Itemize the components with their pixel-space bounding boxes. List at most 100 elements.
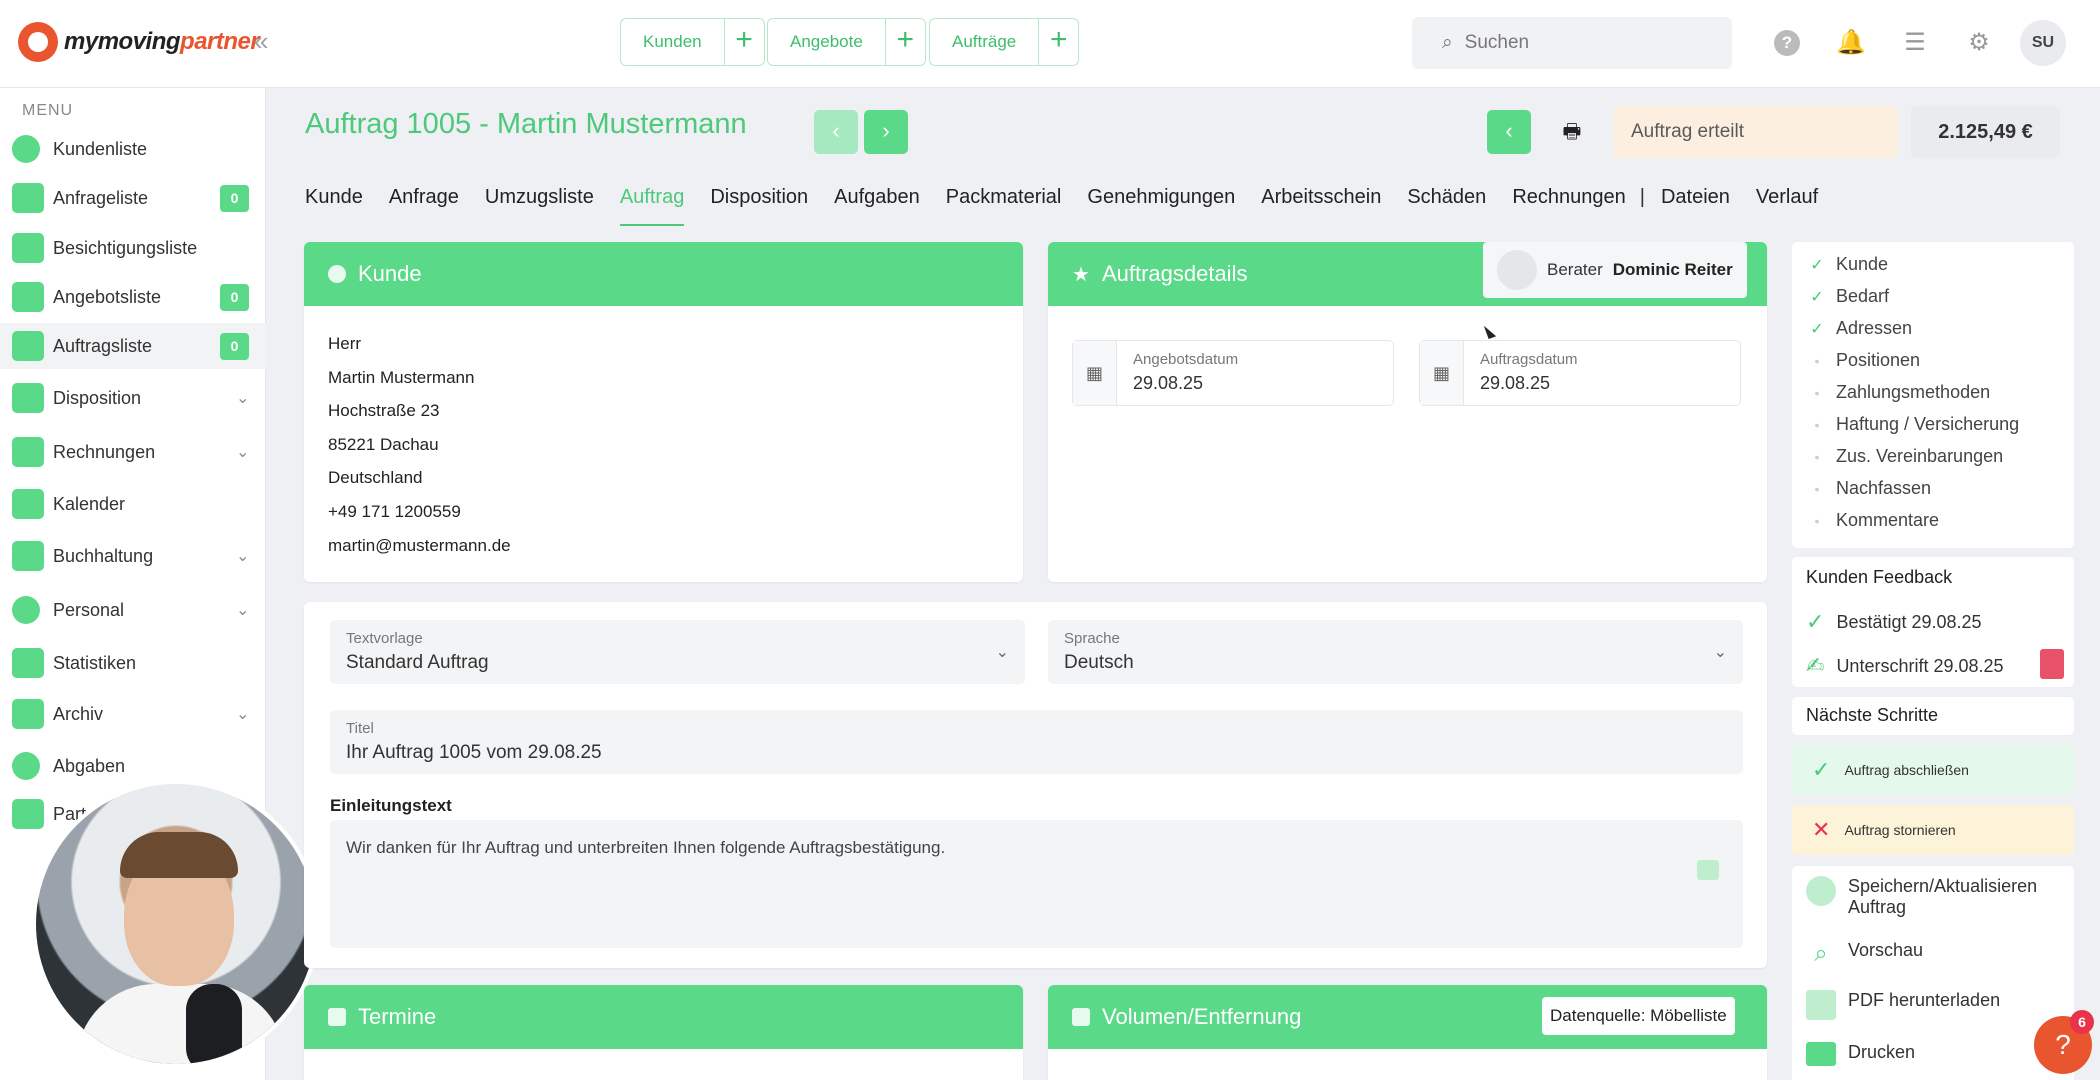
save-update-button[interactable]: Speichern/Aktualisieren Auftrag — [1806, 876, 2048, 918]
checklist-item-bedarf[interactable]: ✓ Bedarf — [1810, 286, 1889, 307]
customer-name: Martin Mustermann — [328, 368, 475, 387]
data-source-button[interactable]: Datenquelle: Möbelliste — [1542, 997, 1735, 1035]
user-avatar[interactable]: SU — [2020, 20, 2066, 66]
customer-street: Hochstraße 23 — [328, 401, 440, 420]
bell-icon[interactable]: 🔔 — [1834, 26, 1868, 60]
bar-chart-icon — [12, 648, 44, 678]
sidebar-item-statistiken[interactable]: Statistiken — [0, 640, 266, 686]
template-label: Textvorlage — [346, 630, 423, 647]
cancel-order-button[interactable]: ✕ Auftrag stornieren — [1792, 805, 2074, 855]
tab-rechnungen[interactable]: Rechnungen — [1512, 186, 1625, 226]
calendar-icon: ▦ — [1420, 341, 1464, 405]
tab-genehmigungen[interactable]: Genehmigungen — [1087, 186, 1235, 226]
next-record-button[interactable]: › — [864, 110, 908, 154]
complete-order-button[interactable]: ✓ Auftrag abschließen — [1792, 745, 2074, 795]
quick-add-auftraege-button[interactable]: + — [1038, 19, 1078, 65]
sidebar-item-disposition[interactable]: Disposition ⌄ — [0, 375, 266, 421]
pdf-download-button[interactable]: PDF herunterladen — [1806, 990, 2000, 1020]
sidebar-item-rechnungen[interactable]: Rechnungen ⌄ — [0, 429, 266, 475]
tab-dateien[interactable]: Dateien — [1661, 186, 1730, 226]
order-date-field[interactable]: ▦ Auftragsdatum 29.08.25 — [1419, 340, 1741, 406]
quick-link-kunden-label[interactable]: Kunden — [621, 19, 724, 65]
printer-icon — [1806, 1042, 1836, 1066]
sidebar-item-label: Statistiken — [53, 652, 137, 673]
checklist-item-zahlungsmethoden[interactable]: • Zahlungsmethoden — [1810, 382, 1991, 403]
signature-icon: ✍ — [1806, 653, 1825, 678]
help-icon[interactable]: ? — [1770, 26, 1804, 60]
tab-auftrag[interactable]: Auftrag — [619, 186, 685, 226]
close-icon: ✕ — [1812, 817, 1831, 842]
sidebar-item-auftragsliste[interactable]: Auftragsliste 0 — [0, 323, 266, 369]
magnifier-icon: ⌕ — [1814, 940, 1828, 967]
printer-icon[interactable]: 🖶 — [1553, 110, 1591, 154]
quick-add-angebote-button[interactable]: + — [884, 19, 925, 65]
sidebar-item-label: Abgaben — [53, 755, 126, 776]
checklist-item-positionen[interactable]: • Positionen — [1810, 350, 1921, 371]
back-button[interactable]: ‹ — [1487, 110, 1531, 154]
quick-link-angebote: Angebote + — [767, 18, 926, 66]
tab-anfrage[interactable]: Anfrage — [389, 186, 459, 226]
search-input[interactable]: ⌕ Suchen — [1412, 17, 1732, 69]
brand-logo[interactable]: mymovingpartner — [18, 22, 260, 62]
network-icon — [12, 752, 40, 780]
quick-link-auftraege-label[interactable]: Aufträge — [930, 19, 1038, 65]
trash-icon[interactable] — [2040, 649, 2064, 679]
quick-link-angebote-label[interactable]: Angebote — [768, 19, 885, 65]
customer-salutation: Herr — [328, 334, 362, 353]
tab-umzugsliste[interactable]: Umzugsliste — [485, 186, 594, 226]
tab-verlauf[interactable]: Verlauf — [1756, 186, 1818, 226]
quick-add-kunden-button[interactable]: + — [723, 19, 764, 65]
checklist-item-kommentare[interactable]: • Kommentare — [1810, 510, 1940, 531]
advisor-name: Dominic Reiter — [1612, 260, 1733, 279]
next-steps-panel: Nächste Schritte — [1792, 697, 2074, 735]
search-placeholder: Suchen — [1464, 32, 1530, 53]
customer-email[interactable]: martin@mustermann.de — [328, 536, 511, 556]
feedback-signature[interactable]: ✍ Unterschrift 29.08.25 — [1806, 653, 2004, 679]
sidebar-item-besichtigungsliste[interactable]: Besichtigungsliste — [0, 225, 266, 271]
sidebar-item-label: Disposition — [53, 387, 142, 408]
sidebar-item-archiv[interactable]: Archiv ⌄ — [0, 691, 266, 737]
checklist-item-kunde[interactable]: ✓ Kunde — [1810, 254, 1888, 275]
template-select[interactable]: Textvorlage Standard Auftrag ⌄ — [330, 620, 1025, 684]
sidebar-item-label: Rechnungen — [53, 441, 156, 462]
tasks-icon[interactable]: ☰ — [1898, 26, 1932, 60]
dot-icon: • — [1814, 384, 1820, 401]
tab-arbeitsschein[interactable]: Arbeitsschein — [1261, 186, 1381, 226]
feedback-title: Kunden Feedback — [1806, 567, 1953, 587]
title-field[interactable]: Titel Ihr Auftrag 1005 vom 29.08.25 — [330, 710, 1743, 774]
tab-disposition[interactable]: Disposition — [710, 186, 808, 226]
checklist-item-vereinbarungen[interactable]: • Zus. Vereinbarungen — [1810, 446, 2004, 467]
sidebar-item-kundenliste[interactable]: Kundenliste — [0, 126, 266, 172]
document-icon — [12, 282, 44, 312]
appointments-header: Termine — [304, 985, 1023, 1049]
tab-packmaterial[interactable]: Packmaterial — [946, 186, 1062, 226]
preview-button[interactable]: ⌕ Vorschau — [1806, 940, 1923, 968]
print-button[interactable]: Drucken — [1806, 1042, 1915, 1066]
sidebar-item-kalender[interactable]: Kalender — [0, 481, 266, 527]
language-select[interactable]: Sprache Deutsch ⌄ — [1048, 620, 1743, 684]
gear-icon[interactable]: ⚙ — [1962, 26, 1996, 60]
offer-date-field[interactable]: ▦ Angebotsdatum 29.08.25 — [1072, 340, 1394, 406]
sidebar-item-abgaben[interactable]: Abgaben — [0, 743, 266, 789]
text-template-icon[interactable] — [1697, 860, 1719, 880]
tab-kunde[interactable]: Kunde — [305, 186, 363, 226]
previous-record-button[interactable]: ‹ — [814, 110, 858, 154]
sidebar-item-angebotsliste[interactable]: Angebotsliste 0 — [0, 274, 266, 320]
sidebar-item-personal[interactable]: Personal ⌄ — [0, 587, 266, 633]
chevron-down-icon: ⌄ — [236, 444, 250, 461]
tab-aufgaben[interactable]: Aufgaben — [834, 186, 920, 226]
advisor-chip[interactable]: Berater Dominic Reiter — [1483, 242, 1747, 298]
sidebar-collapse-icon[interactable]: « — [254, 26, 268, 57]
intro-textarea[interactable]: Wir danken für Ihr Auftrag und unterbrei… — [330, 820, 1743, 948]
sidebar-item-buchhaltung[interactable]: Buchhaltung ⌄ — [0, 533, 266, 579]
checklist-item-nachfassen[interactable]: • Nachfassen — [1810, 478, 1932, 499]
logo-mark-icon — [18, 22, 58, 62]
sidebar-item-anfrageliste[interactable]: Anfrageliste 0 — [0, 175, 266, 221]
tab-schaeden[interactable]: Schäden — [1407, 186, 1486, 226]
sidebar-item-label: Kundenliste — [53, 138, 148, 159]
title-label: Titel — [346, 720, 374, 737]
checklist-item-adressen[interactable]: ✓ Adressen — [1810, 318, 1912, 339]
checklist-item-haftung[interactable]: • Haftung / Versicherung — [1810, 414, 2020, 435]
customer-phone[interactable]: +49 171 1200559 — [328, 502, 461, 522]
appointments-card: Termine — [304, 985, 1023, 1080]
